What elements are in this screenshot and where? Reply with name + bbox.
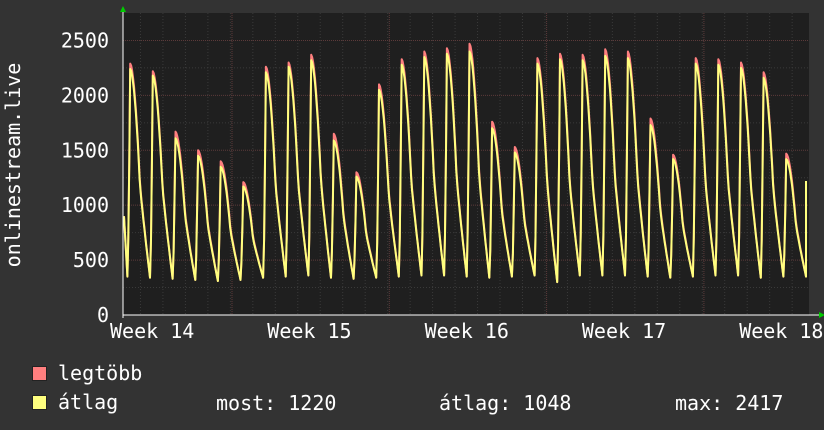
stat-now: most: 1220 — [216, 391, 337, 415]
legend-avg-label: átlag — [58, 390, 119, 414]
x-tick-label: Week 14 — [110, 319, 194, 343]
legend-avg: átlag most: 1220 átlag: 1048 max: 2417 — [32, 390, 822, 415]
stat-average: átlag: 1048 — [439, 391, 572, 415]
y-tick-label: 1000 — [61, 193, 109, 217]
stat-maximum: max: 2417 — [675, 391, 784, 415]
legend-max-label: legtöbb — [58, 361, 143, 385]
legend-max-swatch — [32, 366, 47, 381]
y-tick-label: 1500 — [61, 138, 109, 162]
y-tick-label: 500 — [73, 248, 109, 272]
y-tick-label: 0 — [97, 303, 109, 327]
x-tick-label: Week 15 — [267, 319, 351, 343]
y-tick-label: 2000 — [61, 83, 109, 107]
y-axis-label: onlinestream.live — [1, 63, 25, 268]
x-tick-label: Week 18 — [739, 319, 823, 343]
legend-avg-swatch — [32, 395, 47, 410]
x-tick-label: Week 17 — [582, 319, 666, 343]
x-tick-label: Week 16 — [425, 319, 509, 343]
x-axis-arrow — [819, 312, 824, 318]
y-tick-label: 2500 — [61, 28, 109, 52]
chart-svg: 0 500 1000 1500 2000 2500 Week 14 Week 15 Week 1… — [1, 6, 824, 343]
y-axis-arrow — [120, 6, 126, 12]
